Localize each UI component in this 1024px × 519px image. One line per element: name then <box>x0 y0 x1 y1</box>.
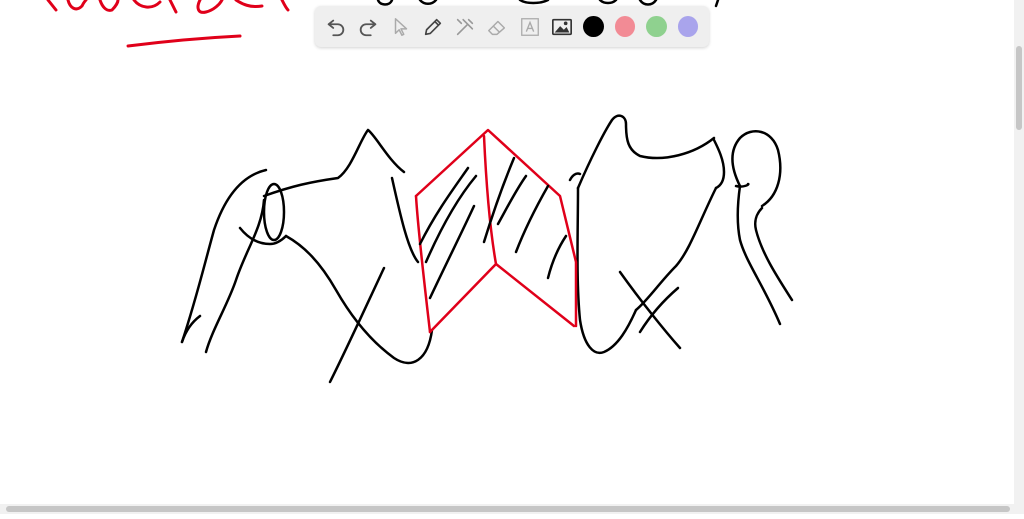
text-button[interactable] <box>519 16 541 38</box>
redo-icon <box>360 19 377 36</box>
undo-icon <box>327 19 345 36</box>
tools-icon <box>457 18 474 35</box>
text-icon <box>520 17 539 36</box>
horizontal-scrollbar[interactable] <box>0 504 1024 514</box>
right-figure-drawing <box>568 114 794 355</box>
cursor-icon <box>394 17 407 36</box>
color-swatch-black[interactable] <box>583 16 604 37</box>
color-swatch-purple[interactable] <box>677 16 698 37</box>
pencil-icon <box>424 18 442 35</box>
vertical-scroll-thumb[interactable] <box>1016 46 1022 130</box>
horizontal-scroll-thumb[interactable] <box>6 506 1010 512</box>
select-button[interactable] <box>390 16 412 38</box>
image-icon <box>552 18 573 35</box>
drawing-toolbar <box>315 6 709 47</box>
color-swatch-green[interactable] <box>646 16 667 37</box>
muscle-hatching <box>418 156 568 300</box>
color-swatch-red[interactable] <box>614 16 636 37</box>
redo-button[interactable] <box>357 16 379 38</box>
undo-button[interactable] <box>325 16 347 38</box>
pen-button[interactable] <box>422 16 444 38</box>
image-button[interactable] <box>551 16 573 38</box>
vertical-scrollbar[interactable] <box>1014 0 1024 504</box>
eraser-button[interactable] <box>486 16 508 38</box>
drawing-canvas[interactable] <box>0 0 1024 514</box>
tools-button[interactable] <box>454 16 476 38</box>
left-arm-drawing <box>180 128 434 384</box>
red-heading-strokes <box>46 0 290 48</box>
sketch-layer <box>46 0 794 384</box>
eraser-icon <box>488 20 506 35</box>
